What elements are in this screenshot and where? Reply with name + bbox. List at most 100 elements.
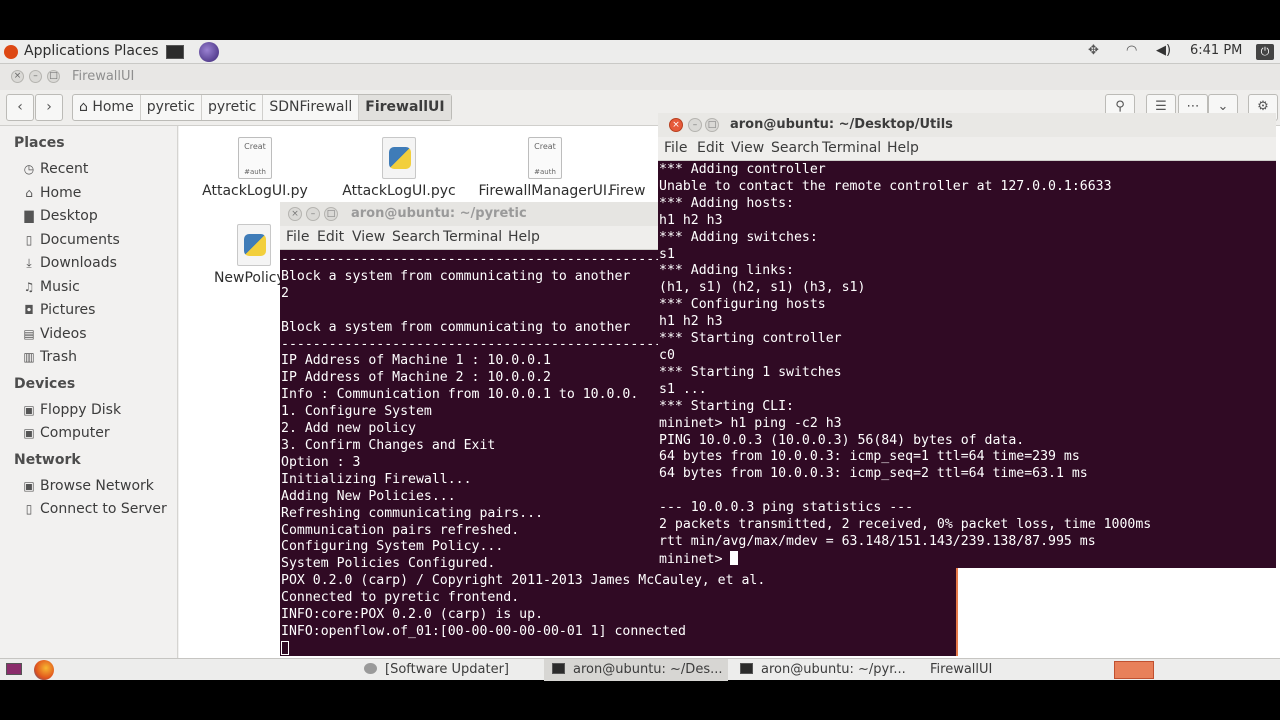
sidebar-item-videos[interactable]: ▤ Videos bbox=[22, 326, 86, 342]
menu-terminal[interactable]: Terminal bbox=[822, 140, 881, 156]
close-icon[interactable]: × bbox=[288, 207, 302, 221]
menu-help[interactable]: Help bbox=[887, 140, 919, 156]
sidebar-item-desktop[interactable]: ▇ Desktop bbox=[22, 208, 97, 224]
terminal-line: *** Adding links: bbox=[659, 263, 794, 279]
close-icon[interactable]: × bbox=[669, 118, 683, 132]
clock-icon: ◷ bbox=[23, 162, 35, 176]
terminal-line: 64 bytes from 10.0.0.3: icmp_seq=1 ttl=6… bbox=[659, 449, 1080, 465]
file-item[interactable]: Creat #auth AttackLogUI.py bbox=[185, 137, 325, 199]
menu-search[interactable]: Search bbox=[771, 140, 819, 156]
breadcrumb-pyretic-inner[interactable]: pyretic bbox=[202, 95, 264, 120]
terminal-line: 2 packets transmitted, 2 received, 0% pa… bbox=[659, 517, 1152, 533]
menu-edit[interactable]: Edit bbox=[317, 229, 344, 245]
terminal-title: aron@ubuntu: ~/Desktop/Utils bbox=[730, 117, 953, 132]
clock[interactable]: 6:41 PM bbox=[1190, 43, 1242, 58]
terminal-line: *** Adding switches: bbox=[659, 229, 818, 245]
terminal-line: INFO:openflow.of_01:[00-00-00-00-00-01 1… bbox=[281, 623, 686, 639]
file-item[interactable]: Creat #auth FirewallManagerUI. bbox=[475, 137, 615, 199]
task-terminal-utils[interactable]: aron@ubuntu: ~/Des... bbox=[544, 659, 728, 681]
firefox-icon[interactable] bbox=[34, 660, 54, 680]
minimize-icon[interactable]: – bbox=[29, 70, 42, 83]
terminal-icon bbox=[740, 663, 753, 674]
terminal-line: 64 bytes from 10.0.0.3: icmp_seq=2 ttl=6… bbox=[659, 466, 1088, 482]
show-desktop-icon[interactable] bbox=[6, 663, 22, 675]
menu-view[interactable]: View bbox=[731, 140, 764, 156]
sidebar-item-pictures[interactable]: ◘ Pictures bbox=[22, 302, 95, 318]
breadcrumb-home[interactable]: ⌂ Home bbox=[73, 95, 141, 120]
python-file-icon bbox=[237, 224, 271, 266]
sidebar-item-recent[interactable]: ◷ Recent bbox=[22, 161, 89, 177]
close-icon[interactable]: × bbox=[11, 70, 24, 83]
task-firewallui[interactable]: FirewallUI bbox=[922, 659, 1106, 681]
terminal-line: Unable to contact the remote controller … bbox=[659, 178, 1112, 194]
sidebar-item-browse-network[interactable]: ▣ Browse Network bbox=[22, 478, 154, 494]
applications-menu[interactable]: Applications bbox=[24, 43, 110, 59]
terminal-line: s1 ... bbox=[659, 381, 707, 397]
terminal-line: mininet> h1 ping -c2 h3 bbox=[659, 415, 842, 431]
places-menu[interactable]: Places bbox=[114, 43, 159, 59]
python-file-icon bbox=[382, 137, 416, 179]
folder-icon: ▇ bbox=[24, 209, 34, 223]
menu-file[interactable]: File bbox=[664, 140, 687, 156]
workspace-switcher[interactable] bbox=[1114, 661, 1154, 679]
menu-view[interactable]: View bbox=[352, 229, 385, 245]
sidebar-item-floppy[interactable]: ▣ Floppy Disk bbox=[22, 402, 121, 418]
sidebar-item-downloads[interactable]: ⤓ Downloads bbox=[22, 255, 117, 271]
menu-search[interactable]: Search bbox=[392, 229, 440, 245]
power-icon[interactable]: ⏻ bbox=[1256, 44, 1274, 60]
terminal-line: c0 bbox=[659, 347, 675, 363]
terminal-line: h1 h2 h3 bbox=[659, 314, 723, 330]
breadcrumb: ⌂ Home pyretic pyretic SDNFirewall Firew… bbox=[72, 94, 452, 121]
trash-icon: ▥ bbox=[23, 350, 35, 364]
terminal-line: s1 bbox=[659, 246, 675, 262]
terminal-line: *** Starting controller bbox=[659, 331, 842, 347]
volume-icon[interactable]: ◀) bbox=[1156, 43, 1171, 58]
terminal-titlebar: × – □ aron@ubuntu: ~/Desktop/Utils bbox=[658, 113, 1276, 137]
menu-file[interactable]: File bbox=[286, 229, 309, 245]
terminal-line: --- 10.0.0.3 ping statistics --- bbox=[659, 500, 914, 516]
wifi-icon[interactable]: ◠ bbox=[1126, 43, 1137, 58]
sidebar-item-home[interactable]: ⌂ Home bbox=[22, 185, 81, 201]
minimize-icon[interactable]: – bbox=[306, 207, 320, 221]
terminal-line: *** Starting CLI: bbox=[659, 398, 794, 414]
sidebar-item-connect-server[interactable]: ▯ Connect to Server bbox=[22, 501, 167, 517]
bottom-taskbar: [Software Updater] aron@ubuntu: ~/Des...… bbox=[0, 658, 1280, 681]
menu-terminal[interactable]: Terminal bbox=[443, 229, 502, 245]
terminal-utils-window[interactable]: × – □ aron@ubuntu: ~/Desktop/Utils File … bbox=[658, 113, 1276, 568]
minimize-icon[interactable]: – bbox=[688, 118, 702, 132]
forward-button[interactable]: › bbox=[35, 94, 63, 121]
ubuntu-logo-icon[interactable] bbox=[4, 45, 18, 59]
back-button[interactable]: ‹ bbox=[6, 94, 34, 121]
maximize-icon[interactable]: □ bbox=[324, 207, 338, 221]
breadcrumb-firewallui[interactable]: FirewallUI bbox=[359, 95, 451, 120]
camera-icon: ◘ bbox=[24, 303, 34, 317]
text-file-icon: Creat #auth bbox=[528, 137, 562, 179]
terminal-launcher-icon[interactable] bbox=[166, 45, 184, 59]
terminal-output[interactable]: *** Adding controller Unable to contact t… bbox=[659, 162, 1151, 568]
file-item[interactable]: AttackLogUI.pyc bbox=[329, 137, 469, 199]
task-terminal-pyretic[interactable]: aron@ubuntu: ~/pyr... bbox=[732, 659, 916, 681]
maximize-icon[interactable]: □ bbox=[47, 70, 60, 83]
terminal-prompt-line: mininet> bbox=[659, 550, 1151, 568]
menu-help[interactable]: Help bbox=[508, 229, 540, 245]
breadcrumb-pyretic[interactable]: pyretic bbox=[141, 95, 202, 120]
task-software-updater[interactable]: [Software Updater] bbox=[356, 659, 540, 681]
sidebar-item-computer[interactable]: ▣ Computer bbox=[22, 425, 109, 441]
file-item[interactable]: NewPolicyU bbox=[185, 224, 295, 286]
updater-icon bbox=[364, 663, 377, 674]
sidebar-item-trash[interactable]: ▥ Trash bbox=[22, 349, 77, 365]
eclipse-launcher-icon[interactable] bbox=[199, 42, 219, 62]
sidebar: Places ◷ Recent ⌂ Home ▇ Desktop ▯ Documents… bbox=[0, 126, 178, 658]
server-icon: ▯ bbox=[25, 502, 33, 516]
network-icon: ▣ bbox=[23, 479, 35, 493]
terminal-line: POX 0.2.0 (carp) / Copyright 2011-2013 J… bbox=[281, 573, 766, 589]
breadcrumb-sdnfirewall[interactable]: SDNFirewall bbox=[263, 95, 360, 120]
sidebar-item-documents[interactable]: ▯ Documents bbox=[22, 232, 120, 248]
menu-edit[interactable]: Edit bbox=[697, 140, 724, 156]
file-name: FirewallManagerUI. bbox=[478, 183, 612, 199]
sidebar-item-music[interactable]: ♫ Music bbox=[22, 279, 80, 295]
terminal-menubar: File Edit View Search Terminal Help bbox=[658, 137, 1276, 161]
maximize-icon[interactable]: □ bbox=[705, 118, 719, 132]
floppy-icon: ▣ bbox=[23, 403, 35, 417]
dropbox-icon[interactable]: ✥ bbox=[1088, 43, 1099, 58]
